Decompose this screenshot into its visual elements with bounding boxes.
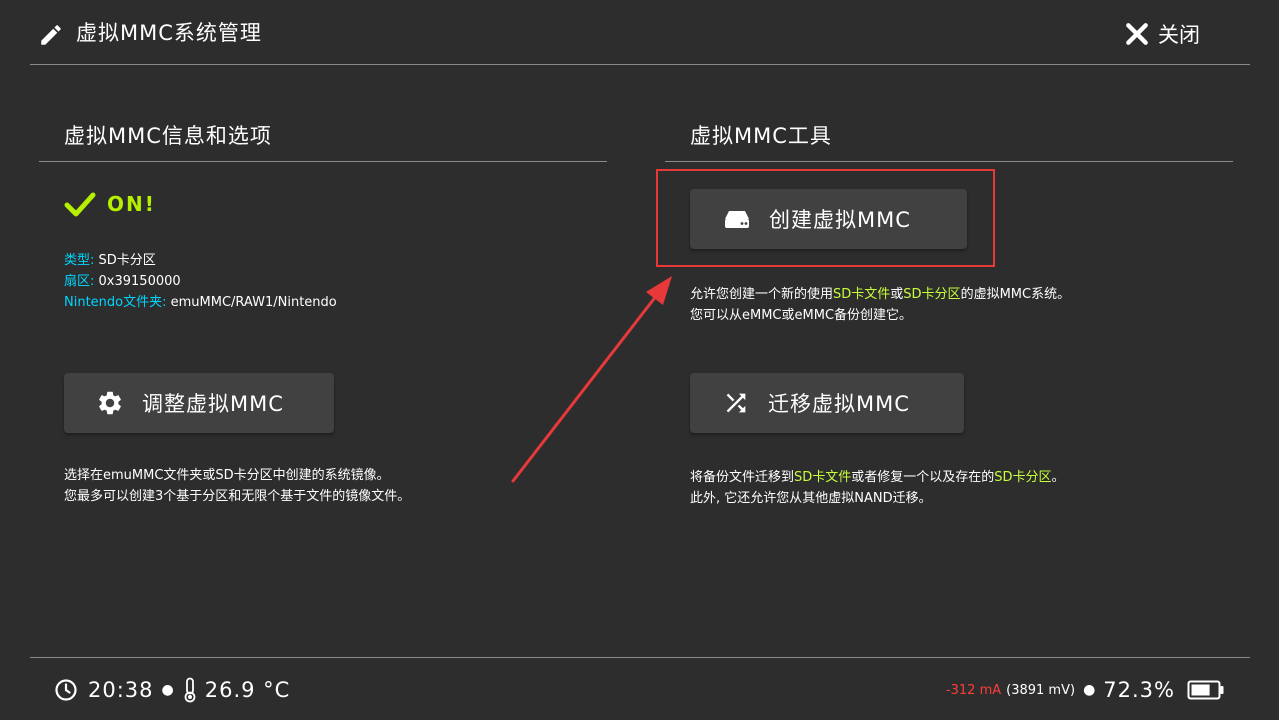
battery-fill	[1191, 684, 1210, 696]
clock-time: 20:38	[88, 678, 154, 702]
annotation-arrow-head	[646, 276, 672, 305]
battery-icon	[1187, 680, 1224, 700]
battery-current: -312 mA	[945, 682, 1002, 698]
thermometer-icon	[184, 677, 196, 703]
separator-dot: ●	[161, 682, 175, 698]
annotation-arrow	[511, 276, 672, 483]
footer-status-right: -312 mA (3891 mV) ● 72.3%	[946, 676, 1225, 704]
temperature-value: 26.9 °C	[204, 678, 291, 702]
separator-dot-right: ●	[1083, 682, 1096, 698]
battery-percent: 72.3%	[1103, 678, 1175, 702]
battery-voltage: (3891 mV)	[1006, 682, 1076, 698]
clock-icon	[55, 679, 77, 701]
footer-status-left: 20:38 ● 26.9 °C	[54, 676, 290, 704]
footer-divider	[30, 657, 1250, 658]
